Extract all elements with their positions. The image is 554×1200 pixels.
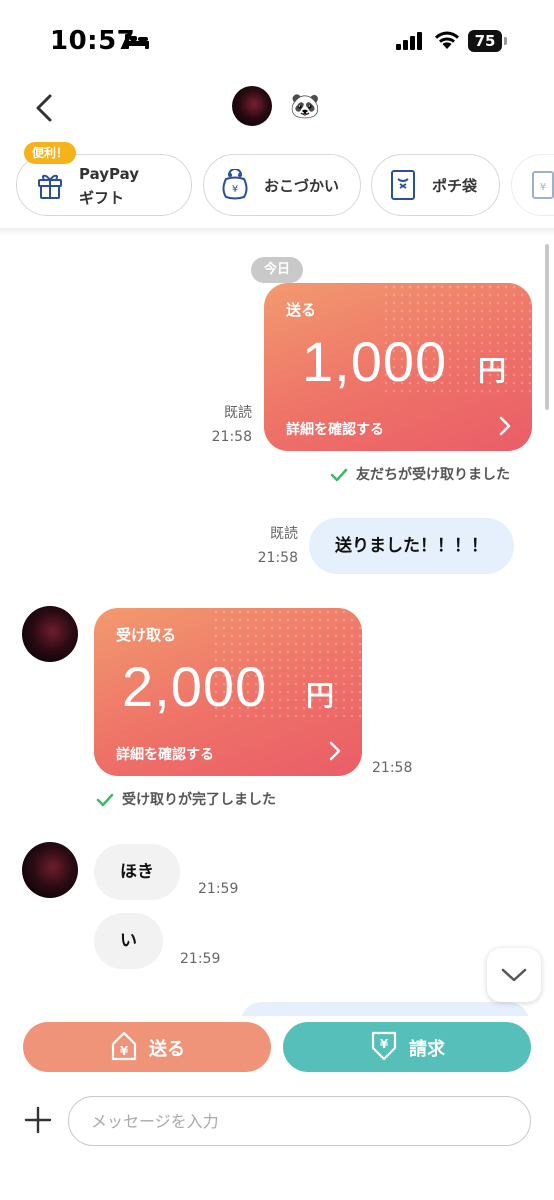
received-text-bubble[interactable]: ほき	[94, 844, 180, 900]
coin-purse-icon: ¥	[222, 169, 248, 200]
message-meta: 既読 21:58	[186, 401, 252, 449]
chat-scrollbar[interactable]	[545, 244, 549, 410]
svg-text:¥: ¥	[380, 1037, 389, 1051]
check-icon	[96, 793, 114, 807]
message-input-bar	[0, 1094, 554, 1148]
money-card-currency: 円	[306, 679, 335, 712]
battery-icon: 75	[468, 30, 508, 52]
send-yen-house-icon: ¥	[111, 1031, 137, 1061]
gift-icon	[38, 174, 62, 199]
money-card-currency: 円	[478, 354, 507, 387]
receipt-status-text: 友だちが受け取りました	[356, 467, 510, 483]
chat-header: 🐼	[0, 80, 554, 140]
chip-paypay-gift-line1: PayPay	[79, 165, 140, 183]
chevron-right-icon	[329, 741, 341, 761]
cellular-signal-icon	[396, 32, 422, 50]
chat-messages[interactable]: 今日 送る 1,000 円 詳細を確認する 既読 21:58 友だちが受け取りま…	[0, 236, 554, 1016]
chevron-right-icon	[499, 416, 511, 436]
chip-paypay-gift-line2: ギフト	[79, 189, 125, 207]
battery-level: 75	[468, 30, 502, 52]
receipt-status: 友だちが受け取りました	[330, 464, 510, 484]
friend-name[interactable]: 🐼	[290, 92, 320, 120]
date-separator: 今日	[251, 257, 303, 283]
chip-allowance-label: おこづかい	[264, 177, 340, 195]
svg-text:¥: ¥	[540, 182, 546, 193]
receipt-status-text: 受け取りが完了しました	[122, 792, 276, 808]
sent-text-bubble[interactable]: 送りました！！！！	[309, 518, 514, 574]
sent-money-card[interactable]: 送る 1,000 円 詳細を確認する	[264, 283, 532, 451]
wifi-icon	[435, 31, 459, 49]
plus-icon[interactable]	[24, 1106, 52, 1134]
sleep-bed-icon	[125, 34, 149, 49]
send-money-label: 送る	[149, 1039, 185, 1060]
chip-more[interactable]: ¥	[511, 154, 554, 216]
message-time: 21:58	[257, 550, 298, 566]
message-time: 21:59	[198, 881, 239, 897]
status-time: 10:57	[50, 26, 136, 56]
chip-allowance[interactable]: ¥ おこづかい	[203, 154, 361, 216]
money-card-amount: 1,000	[302, 330, 448, 393]
friend-chat-avatar[interactable]	[22, 606, 78, 662]
convenient-badge: 便利！	[24, 142, 77, 164]
message-time: 21:58	[372, 760, 413, 776]
chip-row-divider	[0, 228, 554, 236]
sent-text-bubble-partial[interactable]	[240, 1002, 530, 1016]
back-chevron-icon[interactable]	[28, 88, 62, 128]
payment-actions: ¥ 送る ¥ 請求	[0, 1022, 554, 1074]
receipt-status: 受け取りが完了しました	[96, 789, 276, 809]
chip-pochi-bag[interactable]: ポチ袋	[371, 154, 500, 216]
svg-text:¥: ¥	[120, 1044, 129, 1058]
money-card-detail-link[interactable]: 詳細を確認する	[116, 744, 214, 764]
read-receipt: 既読	[224, 405, 252, 421]
received-text-bubble[interactable]: い	[94, 913, 163, 969]
friend-chat-avatar[interactable]	[22, 842, 78, 898]
received-money-card[interactable]: 受け取る 2,000 円 詳細を確認する	[94, 608, 362, 776]
request-money-label: 請求	[409, 1039, 445, 1060]
scroll-to-bottom-button[interactable]	[487, 948, 541, 1002]
check-icon	[330, 468, 348, 482]
quick-action-chips: PayPay ギフト ¥ おこづかい ポチ袋 ¥	[0, 154, 554, 218]
friend-avatar[interactable]	[232, 86, 272, 126]
money-card-amount: 2,000	[122, 655, 268, 718]
svg-text:¥: ¥	[232, 184, 238, 195]
money-card-label: 送る	[286, 301, 317, 319]
send-money-button[interactable]: ¥ 送る	[23, 1022, 271, 1072]
money-card-detail-link[interactable]: 詳細を確認する	[286, 419, 384, 439]
message-time: 21:58	[211, 429, 252, 445]
message-input[interactable]	[68, 1096, 531, 1146]
status-bar: 10:57 75	[0, 0, 554, 80]
money-card-label: 受け取る	[116, 626, 177, 644]
chevron-down-icon	[501, 968, 527, 982]
request-yen-arrow-icon: ¥	[371, 1031, 397, 1061]
receipt-icon: ¥	[532, 171, 554, 199]
read-receipt: 既読	[270, 526, 298, 542]
chip-pochi-bag-label: ポチ袋	[432, 177, 478, 195]
message-time: 21:59	[180, 951, 221, 967]
envelope-icon	[391, 170, 415, 200]
request-money-button[interactable]: ¥ 請求	[283, 1022, 531, 1072]
message-meta: 既読 21:58	[232, 522, 298, 570]
